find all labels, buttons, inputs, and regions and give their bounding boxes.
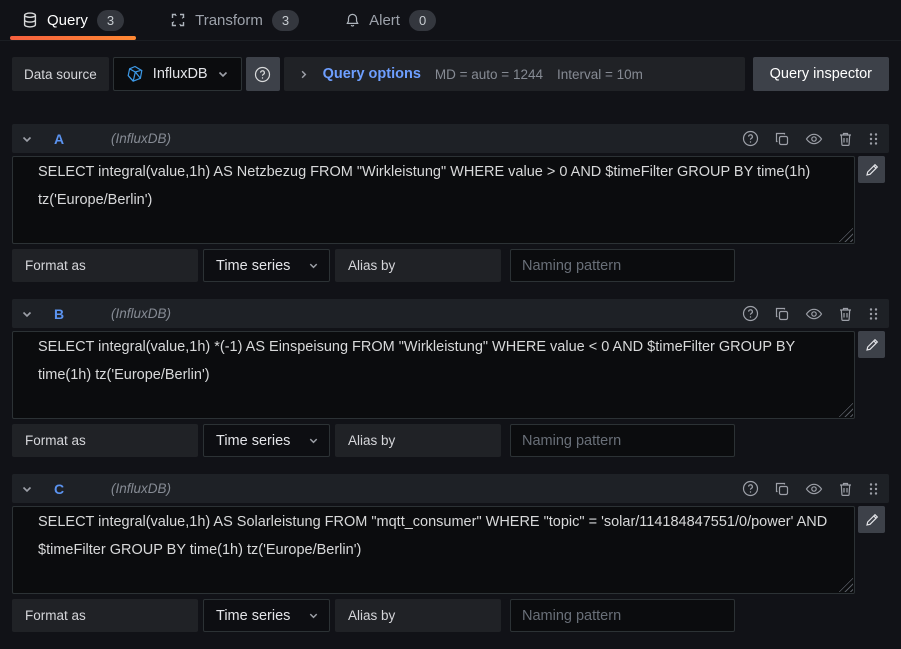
delete-query-trash-icon[interactable] xyxy=(838,131,853,147)
chevron-right-icon xyxy=(298,69,309,80)
tab-label: Query xyxy=(47,12,88,29)
tab-query[interactable]: Query 3 xyxy=(8,0,138,40)
alias-by-label: Alias by xyxy=(335,424,501,457)
tab-transform[interactable]: Transform 3 xyxy=(156,0,313,40)
tab-label: Transform xyxy=(195,12,263,29)
delete-query-trash-icon[interactable] xyxy=(838,306,853,322)
alias-by-label: Alias by xyxy=(335,249,501,282)
chevron-down-icon xyxy=(217,68,229,80)
collapse-caret-icon[interactable] xyxy=(21,308,33,320)
drag-handle-icon[interactable] xyxy=(868,131,879,147)
format-as-value: Time series xyxy=(216,258,290,274)
query-refid: A xyxy=(54,131,68,147)
active-tab-underline xyxy=(10,36,136,40)
format-as-value: Time series xyxy=(216,608,290,624)
naming-pattern-input[interactable] xyxy=(510,249,735,282)
tab-alert[interactable]: Alert 0 xyxy=(331,0,450,40)
disable-query-eye-icon[interactable] xyxy=(805,307,823,321)
query-actions xyxy=(742,480,879,497)
editor-tabbar: Query 3 Transform 3 Alert 0 xyxy=(0,0,901,41)
query-datasource-hint: (InfluxDB) xyxy=(111,131,171,146)
drag-handle-icon[interactable] xyxy=(868,481,879,497)
influxql-query-textarea[interactable]: SELECT integral(value,1h) AS Netzbezug F… xyxy=(12,156,855,244)
query-header[interactable]: B (InfluxDB) xyxy=(12,299,889,328)
help-circle-icon[interactable] xyxy=(742,130,759,147)
tab-label: Alert xyxy=(369,12,400,29)
query-header[interactable]: C (InfluxDB) xyxy=(12,474,889,503)
delete-query-trash-icon[interactable] xyxy=(838,481,853,497)
help-circle-icon[interactable] xyxy=(742,305,759,322)
format-as-label: Format as xyxy=(12,599,198,632)
duplicate-query-icon[interactable] xyxy=(774,131,790,147)
query-actions xyxy=(742,305,879,322)
tab-count-badge: 3 xyxy=(97,10,124,31)
edit-query-pencil-button[interactable] xyxy=(858,331,885,358)
query-options-label: Query options xyxy=(323,66,421,82)
chevron-down-icon xyxy=(308,260,319,271)
query-list: A (InfluxDB) xyxy=(12,124,889,632)
chevron-down-icon xyxy=(308,435,319,446)
datasource-picker[interactable]: InfluxDB xyxy=(113,57,242,91)
format-as-label: Format as xyxy=(12,249,198,282)
influxql-query-textarea[interactable]: SELECT integral(value,1h) AS Solarleistu… xyxy=(12,506,855,594)
query-datasource-hint: (InfluxDB) xyxy=(111,481,171,496)
query-actions xyxy=(742,130,879,147)
max-datapoints-stat: MD = auto = 1244 xyxy=(435,67,543,82)
format-as-select[interactable]: Time series xyxy=(203,424,330,457)
alias-by-label: Alias by xyxy=(335,599,501,632)
disable-query-eye-icon[interactable] xyxy=(805,132,823,146)
format-as-select[interactable]: Time series xyxy=(203,599,330,632)
format-as-select[interactable]: Time series xyxy=(203,249,330,282)
bell-icon xyxy=(345,12,360,28)
drag-handle-icon[interactable] xyxy=(868,306,879,322)
chevron-down-icon xyxy=(308,610,319,621)
transform-icon xyxy=(170,12,186,28)
naming-pattern-input[interactable] xyxy=(510,424,735,457)
duplicate-query-icon[interactable] xyxy=(774,481,790,497)
disable-query-eye-icon[interactable] xyxy=(805,482,823,496)
tab-count-badge: 0 xyxy=(409,10,436,31)
pencil-icon xyxy=(865,163,879,177)
help-circle-icon[interactable] xyxy=(742,480,759,497)
query-refid: C xyxy=(54,481,68,497)
query-row-c: C (InfluxDB) xyxy=(12,474,889,632)
edit-query-pencil-button[interactable] xyxy=(858,506,885,533)
query-row-b: B (InfluxDB) xyxy=(12,299,889,457)
format-as-value: Time series xyxy=(216,433,290,449)
collapse-caret-icon[interactable] xyxy=(21,483,33,495)
query-row-a: A (InfluxDB) xyxy=(12,124,889,282)
help-circle-icon xyxy=(254,66,271,83)
database-icon xyxy=(22,12,38,28)
query-options-toggle[interactable]: Query options MD = auto = 1244 Interval … xyxy=(284,57,745,91)
datasource-help-button[interactable] xyxy=(246,57,280,91)
pencil-icon xyxy=(865,338,879,352)
interval-stat: Interval = 10m xyxy=(557,67,643,82)
pencil-icon xyxy=(865,513,879,527)
datasource-label: Data source xyxy=(12,57,109,91)
format-as-label: Format as xyxy=(12,424,198,457)
naming-pattern-input[interactable] xyxy=(510,599,735,632)
tab-count-badge: 3 xyxy=(272,10,299,31)
collapse-caret-icon[interactable] xyxy=(21,133,33,145)
duplicate-query-icon[interactable] xyxy=(774,306,790,322)
query-inspector-button[interactable]: Query inspector xyxy=(753,57,889,91)
query-header[interactable]: A (InfluxDB) xyxy=(12,124,889,153)
datasource-value: InfluxDB xyxy=(153,66,208,82)
edit-query-pencil-button[interactable] xyxy=(858,156,885,183)
datasource-toolbar: Data source InfluxDB Query options MD = … xyxy=(12,57,889,91)
query-refid: B xyxy=(54,306,68,322)
influxdb-logo-icon xyxy=(126,65,144,83)
query-datasource-hint: (InfluxDB) xyxy=(111,306,171,321)
influxql-query-textarea[interactable]: SELECT integral(value,1h) *(-1) AS Einsp… xyxy=(12,331,855,419)
